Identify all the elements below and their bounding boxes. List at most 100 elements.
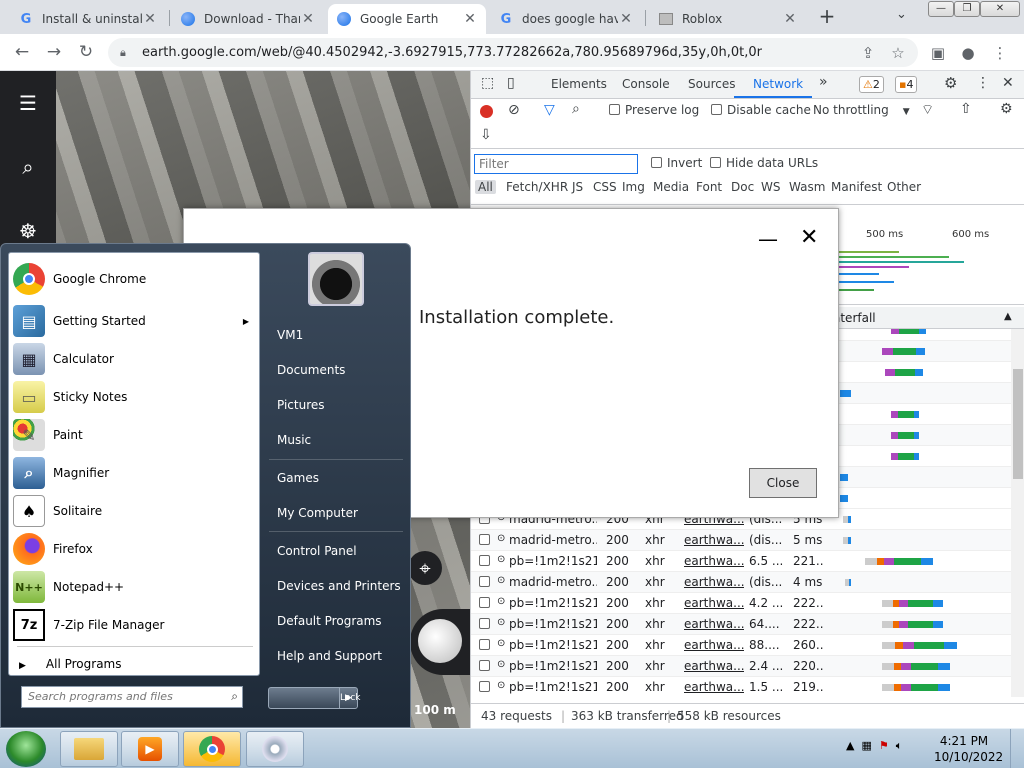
start-link-music[interactable]: Music	[277, 433, 311, 447]
start-link-devices-printers[interactable]: Devices and Printers	[277, 579, 401, 593]
table-row[interactable]: ⊙ madrid-metro... 200 xhr earthwa... (dis... 4…	[471, 572, 1011, 593]
profile-avatar-icon[interactable]: ●	[958, 43, 978, 63]
close-button[interactable]: Close	[749, 468, 817, 498]
start-item-getting-started[interactable]: ▤ Getting Started ▶	[13, 303, 257, 339]
invert-checkbox[interactable]: Invert	[651, 156, 702, 170]
clock[interactable]: 4:21 PM 10/10/2022	[934, 733, 1003, 765]
volume-icon[interactable]: 🔈︎	[896, 739, 903, 752]
scrollbar-thumb[interactable]	[1013, 369, 1023, 479]
start-button[interactable]	[6, 731, 46, 767]
start-item-sticky-notes[interactable]: ▭ Sticky Notes	[13, 379, 257, 415]
cell-initiator[interactable]: earthwa...	[684, 659, 744, 673]
minimize-icon[interactable]: —	[758, 227, 778, 251]
all-programs-button[interactable]: ▶ All Programs	[19, 657, 122, 671]
cell-initiator[interactable]: earthwa...	[684, 533, 744, 547]
row-checkbox[interactable]	[479, 617, 495, 631]
close-window-button[interactable]: ✕	[980, 1, 1020, 17]
start-item-google-chrome[interactable]: Google Chrome	[13, 261, 257, 297]
filter-type-manifest[interactable]: Manifest	[831, 180, 882, 194]
cell-initiator[interactable]: earthwa...	[684, 617, 744, 631]
start-item-paint[interactable]: ✎ Paint	[13, 417, 257, 453]
record-icon[interactable]	[480, 105, 493, 118]
search-icon[interactable]: ⌕	[572, 101, 580, 117]
table-row[interactable]: ⊙pb=!1m2!1s21... 200 xhr earthwa... 1.5 ... 2…	[471, 677, 1011, 697]
cell-name[interactable]: pb=!1m2!1s21...	[509, 617, 597, 631]
gear-icon[interactable]: ⚙	[944, 74, 957, 92]
filter-type-all[interactable]: All	[475, 180, 496, 194]
close-icon[interactable]: ✕	[462, 11, 478, 27]
cell-initiator[interactable]: earthwa...	[684, 638, 744, 652]
table-row[interactable]: ⊙madrid-metro... 200 xhr earthwa... (dis... 5…	[471, 530, 1011, 551]
chevron-down-icon[interactable]: ⌄	[896, 7, 907, 22]
filter-funnel-icon[interactable]: ▽	[544, 102, 555, 118]
start-link-pictures[interactable]: Pictures	[277, 398, 325, 412]
inspect-element-icon[interactable]: ⬚	[481, 75, 494, 91]
cell-name[interactable]: pb=!1m2!1s21...	[509, 638, 597, 652]
cell-name[interactable]: pb=!1m2!1s21...	[509, 659, 597, 673]
tab-google-earth[interactable]: Google Earth ✕	[328, 4, 486, 34]
start-link-help-support[interactable]: Help and Support	[277, 649, 382, 663]
table-row[interactable]: ⊙pb=!1m2!1s21... 200 xhr earthwa... 88.... 26…	[471, 635, 1011, 656]
tab-console[interactable]: Console	[622, 77, 670, 91]
start-link-default-programs[interactable]: Default Programs	[277, 614, 382, 628]
table-row[interactable]: ⊙pb=!1m2!1s21... 200 xhr earthwa... 64.... 22…	[471, 614, 1011, 635]
reload-icon[interactable]: ↻	[76, 42, 96, 62]
row-checkbox[interactable]	[479, 638, 495, 652]
start-item-magnifier[interactable]: ⌕ Magnifier	[13, 455, 257, 491]
table-row[interactable]: ⊙pb=!1m2!1s21... 200 xhr earthwa... 2.4 ... 2…	[471, 656, 1011, 677]
cell-name[interactable]: madrid-metro...	[509, 575, 597, 589]
row-checkbox[interactable]	[479, 680, 495, 694]
close-devtools-icon[interactable]: ✕	[1002, 75, 1014, 91]
filter-type-ws[interactable]: WS	[761, 180, 780, 194]
tab-download-thank[interactable]: Download - Thank ✕	[172, 4, 324, 34]
filter-type-js[interactable]: JS	[572, 180, 583, 194]
network-conditions-icon[interactable]: ⌔	[921, 101, 934, 119]
more-tabs-icon[interactable]: »	[819, 74, 828, 90]
export-har-icon[interactable]: ⇩	[480, 127, 492, 143]
clear-icon[interactable]: ⊘	[508, 102, 520, 118]
filter-type-doc[interactable]: Doc	[731, 180, 754, 194]
close-icon[interactable]: ✕	[618, 11, 634, 27]
start-item-notepadpp[interactable]: N++ Notepad++	[13, 569, 257, 605]
cell-initiator[interactable]: earthwa...	[684, 680, 744, 694]
filter-type-font[interactable]: Font	[696, 180, 722, 194]
row-checkbox[interactable]	[479, 575, 495, 589]
tab-elements[interactable]: Elements	[551, 77, 607, 91]
preserve-log-checkbox[interactable]: Preserve log	[609, 103, 699, 117]
sort-caret-up-icon[interactable]: ▲	[1004, 311, 1012, 322]
back-icon[interactable]: ←	[12, 42, 32, 62]
start-link-control-panel[interactable]: Control Panel	[277, 544, 357, 558]
restore-window-button[interactable]: ❐	[954, 1, 980, 17]
start-link-documents[interactable]: Documents	[277, 363, 345, 377]
start-link-my-computer[interactable]: My Computer	[277, 506, 358, 520]
gear-icon[interactable]: ⚙	[1000, 101, 1013, 117]
search-programs-input[interactable]: Search programs and files ⌕	[21, 686, 243, 708]
taskbar-explorer[interactable]	[60, 731, 118, 767]
taskbar-media-player[interactable]: ▶	[121, 731, 179, 767]
close-icon[interactable]: ✕	[800, 225, 818, 250]
user-avatar[interactable]	[308, 252, 364, 306]
row-checkbox[interactable]	[479, 533, 495, 547]
device-toolbar-icon[interactable]: ▯	[507, 75, 515, 91]
search-icon[interactable]: ⌕	[231, 689, 238, 704]
minimize-window-button[interactable]: —	[928, 1, 954, 17]
start-item-solitaire[interactable]: ♠ Solitaire	[13, 493, 257, 529]
row-checkbox[interactable]	[479, 554, 495, 568]
start-item-firefox[interactable]: Firefox	[13, 531, 257, 567]
issues-badge[interactable]: ▪4	[895, 76, 918, 93]
network-overview[interactable]: 500 ms 600 ms	[831, 223, 1024, 305]
filter-type-img[interactable]: Img	[622, 180, 645, 194]
show-desktop-button[interactable]	[1010, 729, 1024, 768]
globe-view-button[interactable]	[410, 609, 470, 675]
row-checkbox[interactable]	[479, 596, 495, 610]
filter-type-other[interactable]: Other	[887, 180, 921, 194]
action-center-flag-icon[interactable]: ⚑	[879, 739, 889, 752]
row-checkbox[interactable]	[479, 659, 495, 673]
filter-type-css[interactable]: CSS	[593, 180, 617, 194]
share-icon[interactable]: ⇪	[858, 43, 878, 63]
kebab-menu-icon[interactable]: ⋮	[990, 43, 1010, 63]
throttling-select[interactable]: No throttling ▼	[813, 103, 910, 117]
network-icon[interactable]: ▦	[861, 739, 871, 752]
close-icon[interactable]: ✕	[300, 11, 316, 27]
close-icon[interactable]: ✕	[142, 11, 158, 27]
